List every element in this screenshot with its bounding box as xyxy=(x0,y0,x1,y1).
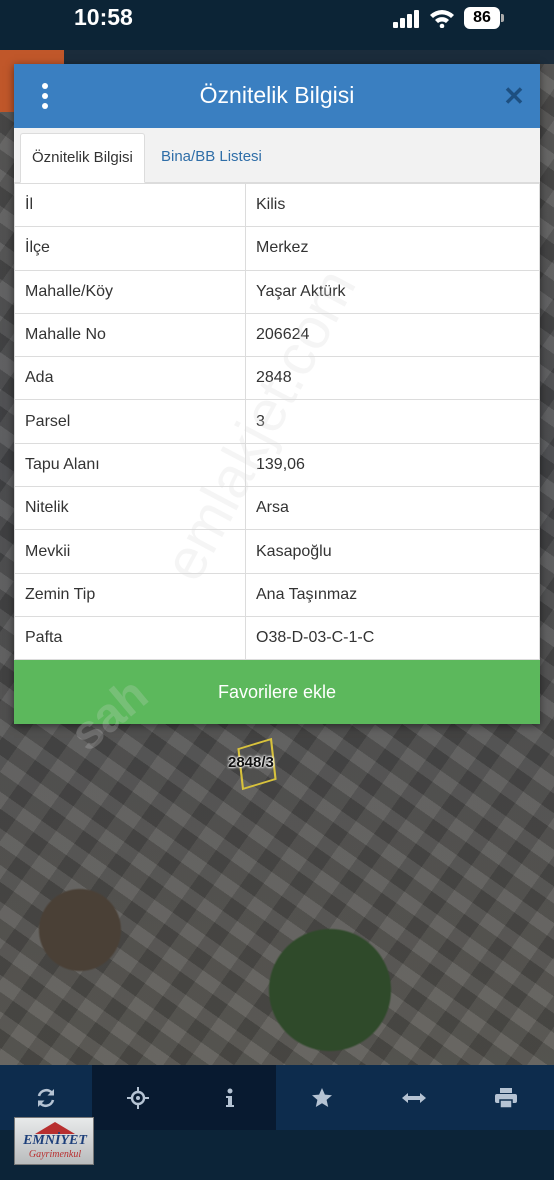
attribute-dialog: Öznitelik Bilgisi ✕ Öznitelik Bilgisi Bi… xyxy=(14,64,540,724)
wifi-icon xyxy=(430,10,454,28)
table-row: Zemin Tip Ana Taşınmaz xyxy=(14,572,540,617)
row-value: Arsa xyxy=(245,486,540,531)
close-icon[interactable]: ✕ xyxy=(502,82,526,110)
row-key: Mahalle/Köy xyxy=(14,269,246,314)
status-time: 10:58 xyxy=(74,4,133,30)
map-top-strip xyxy=(64,50,554,64)
row-key: Ada xyxy=(14,356,246,401)
print-icon xyxy=(495,1087,517,1108)
locate-icon xyxy=(127,1086,149,1109)
measure-icon xyxy=(402,1092,426,1103)
row-key: İlçe xyxy=(14,226,246,271)
status-bar: 10:58 86 xyxy=(0,0,554,50)
row-value: 3 xyxy=(245,399,540,444)
battery-indicator: 86 xyxy=(464,7,504,29)
dialog-title: Öznitelik Bilgisi xyxy=(199,82,355,108)
logo-main-text: EMNİYET xyxy=(23,1133,87,1148)
table-row: Tapu Alanı 139,06 xyxy=(14,442,540,488)
row-key: Parsel xyxy=(14,399,246,444)
row-value: Yaşar Aktürk xyxy=(245,269,540,314)
add-favorite-button[interactable]: Favorilere ekle xyxy=(14,660,540,724)
star-icon xyxy=(312,1087,332,1107)
favorites-button[interactable] xyxy=(276,1065,368,1130)
row-value: 206624 xyxy=(245,312,540,358)
print-button[interactable] xyxy=(460,1065,552,1130)
table-row: Pafta O38-D-03-C-1-C xyxy=(14,615,540,661)
table-row: Mevkii Kasapoğlu xyxy=(14,529,540,574)
table-row: İl Kilis xyxy=(14,182,540,228)
signal-icon xyxy=(393,10,419,28)
agency-logo: EMNİYET Gayrimenkul xyxy=(14,1117,94,1165)
row-value: Kasapoğlu xyxy=(245,529,540,574)
logo-sub-text: Gayrimenkul xyxy=(28,1149,82,1160)
tab-attribute-info[interactable]: Öznitelik Bilgisi xyxy=(20,133,145,183)
row-key: Pafta xyxy=(14,615,246,661)
row-key: Zemin Tip xyxy=(14,572,246,617)
measure-button[interactable] xyxy=(368,1065,460,1130)
row-value: Kilis xyxy=(245,182,540,228)
table-row: Nitelik Arsa xyxy=(14,486,540,531)
row-key: Nitelik xyxy=(14,486,246,531)
attribute-table: İl Kilis İlçe Merkez Mahalle/Köy Yaşar Aktü… xyxy=(14,182,540,661)
battery-tip xyxy=(501,14,504,22)
row-key: Mahalle No xyxy=(14,312,246,358)
tab-bar: Öznitelik Bilgisi Bina/BB Listesi xyxy=(14,128,540,183)
locate-button[interactable] xyxy=(92,1065,184,1130)
table-row: Ada 2848 xyxy=(14,356,540,401)
table-row: Mahalle No 206624 xyxy=(14,312,540,358)
tab-building-list[interactable]: Bina/BB Listesi xyxy=(150,133,273,183)
row-key: İl xyxy=(14,182,246,228)
refresh-icon xyxy=(37,1088,55,1107)
dialog-header: Öznitelik Bilgisi ✕ xyxy=(14,64,540,128)
table-row: Parsel 3 xyxy=(14,399,540,444)
table-row: İlçe Merkez xyxy=(14,226,540,271)
row-value: Merkez xyxy=(245,226,540,271)
row-value: 139,06 xyxy=(245,442,540,488)
table-row: Mahalle/Köy Yaşar Aktürk xyxy=(14,269,540,314)
row-value: 2848 xyxy=(245,356,540,401)
info-button[interactable] xyxy=(184,1065,276,1130)
row-value: Ana Taşınmaz xyxy=(245,572,540,617)
info-icon xyxy=(226,1088,234,1107)
row-key: Tapu Alanı xyxy=(14,442,246,488)
battery-level: 86 xyxy=(464,7,500,29)
row-value: O38-D-03-C-1-C xyxy=(245,615,540,661)
row-key: Mevkii xyxy=(14,529,246,574)
parcel-label: 2848/3 xyxy=(228,754,274,771)
